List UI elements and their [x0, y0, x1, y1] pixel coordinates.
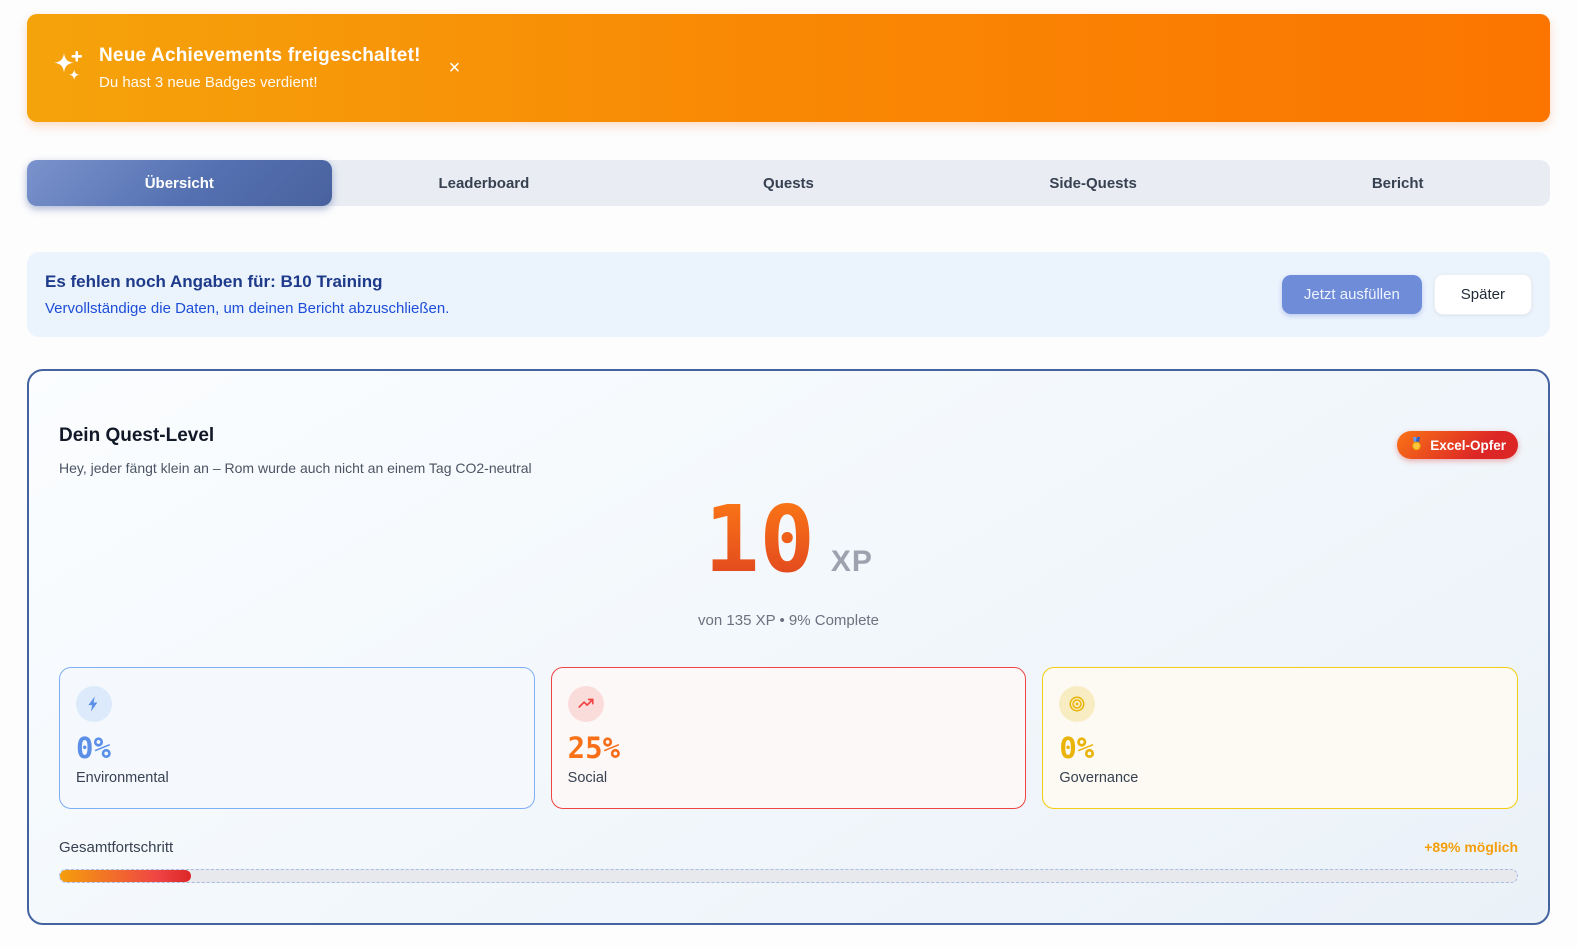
missing-info-actions: Jetzt ausfüllen Später — [1281, 274, 1532, 315]
target-icon — [1059, 686, 1096, 722]
social-percent: 25% — [568, 734, 1010, 763]
missing-info-banner: Es fehlen noch Angaben für: B10 Training… — [27, 252, 1550, 337]
achievement-banner: Neue Achievements freigeschaltet! Du has… — [27, 14, 1550, 122]
quest-level-card: Dein Quest-Level Hey, jeder fängt klein … — [27, 369, 1550, 925]
tab-leaderboard[interactable]: Leaderboard — [332, 160, 637, 206]
tab-quests[interactable]: Quests — [636, 160, 941, 206]
fill-now-button[interactable]: Jetzt ausfüllen — [1281, 275, 1422, 314]
xp-summary: von 135 XP • 9% Complete — [698, 612, 879, 629]
sparkles-icon — [47, 48, 87, 88]
category-card-governance: 0% Governance — [1042, 667, 1518, 809]
level-badge: Excel-Opfer — [1397, 431, 1518, 459]
category-card-social: 25% Social — [550, 667, 1027, 809]
environmental-label: Environmental — [76, 770, 169, 786]
trend-up-icon — [567, 686, 604, 722]
missing-info-subtitle: Vervollständige die Daten, um deinen Ber… — [45, 300, 450, 317]
later-button[interactable]: Später — [1433, 274, 1532, 315]
quest-title: Dein Quest-Level — [59, 425, 215, 446]
quest-subtitle: Hey, jeder fängt klein an – Rom wurde au… — [59, 460, 532, 476]
tab-side-quests[interactable]: Side-Quests — [941, 160, 1246, 206]
social-label: Social — [567, 770, 608, 786]
quest-header: Dein Quest-Level Hey, jeder fängt klein … — [59, 425, 1518, 476]
progress-label: Gesamtfortschritt — [59, 839, 174, 856]
progress-fill — [60, 870, 192, 882]
achievement-title: Neue Achievements freigeschaltet! — [99, 45, 421, 66]
tab-bericht[interactable]: Bericht — [1245, 160, 1550, 206]
quest-title-block: Dein Quest-Level Hey, jeder fängt klein … — [59, 425, 532, 476]
xp-unit: XP — [830, 545, 873, 578]
environmental-percent: 0% — [76, 731, 111, 765]
xp-value: 10 — [704, 486, 815, 593]
governance-percent: 0% — [1059, 731, 1095, 765]
dashboard-page: Neue Achievements freigeschaltet! Du has… — [0, 0, 1577, 925]
medal-icon — [1409, 436, 1424, 454]
bolt-icon — [76, 686, 112, 722]
category-card-environmental: 0% Environmental — [59, 667, 535, 809]
progress-header: Gesamtfortschritt +89% möglich — [59, 839, 1518, 856]
missing-info-title: Es fehlen noch Angaben für: B10 Training — [45, 272, 383, 291]
achievement-subtitle: Du hast 3 neue Badges verdient! — [99, 74, 318, 91]
xp-block: 10 XP von 135 XP • 9% Complete — [59, 494, 1518, 630]
achievement-text: Neue Achievements freigeschaltet! Du has… — [99, 45, 421, 91]
progress-possible: +89% möglich — [1424, 839, 1518, 855]
governance-label: Governance — [1059, 770, 1139, 786]
missing-info-text: Es fehlen noch Angaben für: B10 Training… — [45, 272, 449, 317]
progress-bar — [59, 869, 1518, 883]
tab-uebersicht[interactable]: Übersicht — [27, 160, 332, 206]
category-grid: 0% Environmental 25% Social 0% Governanc… — [59, 667, 1518, 809]
level-badge-label: Excel-Opfer — [1430, 437, 1506, 453]
xp-line: 10 XP — [59, 494, 1518, 586]
close-icon[interactable]: × — [449, 58, 461, 78]
tab-bar: Übersicht Leaderboard Quests Side-Quests… — [27, 160, 1550, 206]
